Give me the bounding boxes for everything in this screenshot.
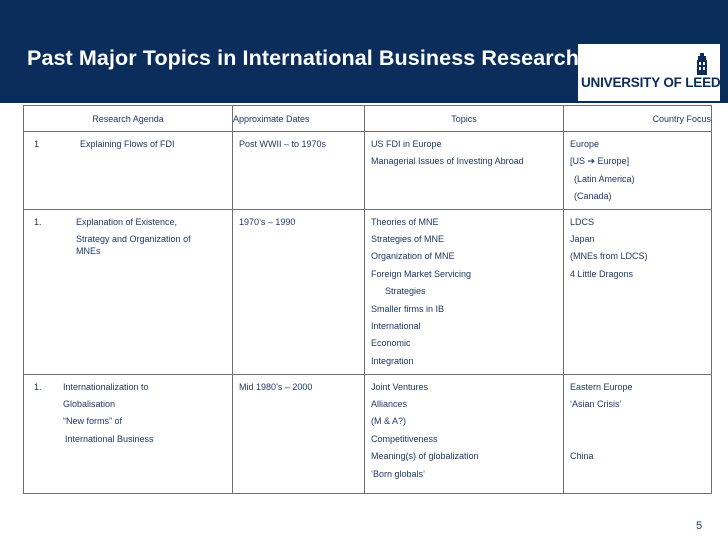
topic-line: Strategies	[385, 286, 426, 297]
topics-cell: Joint Ventures Alliances (M & A?) Compet…	[364, 373, 564, 494]
table-row: 1 Explaining Flows of FDI Post WWII – to…	[23, 131, 712, 210]
tower-icon	[697, 53, 707, 75]
topic-line: US FDI in Europe	[371, 139, 442, 149]
country-line: (Latin America)	[574, 173, 635, 184]
agenda-line: “New forms” of	[63, 416, 123, 427]
country-cell: Europe [US ➔ Europe] (Latin America) (Ca…	[563, 131, 712, 210]
country-line: Europe	[570, 139, 600, 149]
dates-cell: Mid 1980’s – 2000	[232, 373, 365, 494]
topics-cell: US FDI in Europe Managerial Issues of In…	[364, 131, 564, 210]
table-row: 1. Internationalization to Globalisation…	[23, 373, 712, 494]
country-line: 4 Little Dragons	[570, 268, 634, 279]
row-number: 1.	[34, 216, 42, 227]
title-banner: Past Major Topics in International Busin…	[0, 0, 728, 101]
topic-line: Economic	[371, 338, 411, 349]
topic-line: Meaning(s) of globalization	[371, 451, 479, 462]
topics-table: Research Agenda Approximate Dates Topics…	[23, 105, 712, 494]
topic-line: Competitiveness	[371, 433, 438, 444]
topic-line: Managerial Issues of Investing Abroad	[371, 156, 524, 167]
dates-text: Mid 1980’s – 2000	[239, 381, 313, 392]
country-line: Eastern Europe	[570, 381, 633, 392]
topic-line: ‘Born globals’	[371, 468, 426, 479]
logo-text: UNIVERSITY OF LEEDS	[581, 75, 728, 90]
slide-title: Past Major Topics in International Busin…	[27, 46, 580, 70]
topic-line: Theories of MNE	[371, 216, 439, 227]
country-cell: LDCS Japan (MNEs from LDCS) 4 Little Dra…	[563, 208, 712, 375]
table-row: 1. Explanation of Existence, Strategy an…	[23, 208, 712, 375]
country-line	[570, 434, 711, 451]
topics-cell: Theories of MNE Strategies of MNE Organi…	[364, 208, 564, 375]
topic-line: (M & A?)	[371, 416, 407, 427]
agenda-line: MNEs	[76, 245, 101, 256]
column-header: Country Focus	[563, 105, 712, 132]
row-number: 1	[34, 139, 40, 149]
agenda-cell: 1. Internationalization to Globalisation…	[23, 373, 233, 494]
country-line: (Canada)	[574, 191, 612, 202]
topic-line: International	[371, 320, 421, 331]
country-line: China	[570, 451, 594, 462]
country-line	[570, 416, 711, 433]
country-line: Japan	[570, 233, 595, 244]
country-line: LDCS	[570, 216, 595, 227]
topic-line: Foreign Market Servicing	[371, 268, 472, 279]
agenda-line: Explaining Flows of FDI	[80, 139, 175, 149]
dates-text: Post WWII – to 1970s	[239, 139, 327, 149]
agenda-line: Globalisation	[63, 398, 116, 409]
agenda-cell: 1. Explanation of Existence, Strategy an…	[23, 208, 233, 375]
country-line: ‘Asian Crisis’	[570, 398, 622, 409]
column-header: Topics	[364, 105, 564, 132]
topic-line: Smaller firms in IB	[371, 303, 445, 314]
page-number: 5	[696, 520, 703, 532]
country-line: (MNEs from LDCS)	[570, 251, 648, 262]
country-cell: Eastern Europe ‘Asian Crisis’ China	[563, 373, 712, 494]
topic-line: Integration	[371, 355, 414, 366]
dates-cell: 1970’s – 1990	[232, 208, 365, 375]
column-header: Approximate Dates	[232, 105, 365, 132]
university-logo: UNIVERSITY OF LEEDS	[578, 44, 728, 101]
table-header-row: Research Agenda Approximate Dates Topics…	[23, 105, 712, 132]
topic-line: Alliances	[371, 398, 408, 409]
header-divider	[0, 101, 728, 103]
agenda-line: Explanation of Existence,	[76, 216, 178, 227]
dates-text: 1970’s – 1990	[239, 216, 296, 227]
dates-cell: Post WWII – to 1970s	[232, 131, 365, 210]
topic-line: Strategies of MNE	[371, 233, 445, 244]
agenda-line: International Business	[65, 433, 154, 444]
agenda-cell: 1 Explaining Flows of FDI	[23, 131, 233, 210]
agenda-line: Strategy and Organization of	[76, 233, 191, 244]
topic-line: Organization of MNE	[371, 251, 455, 262]
row-number: 1.	[34, 381, 42, 392]
column-header: Research Agenda	[23, 105, 233, 132]
country-line: [US ➔ Europe]	[570, 156, 630, 167]
agenda-line: Internationalization to	[63, 381, 149, 392]
topic-line: Joint Ventures	[371, 381, 429, 392]
